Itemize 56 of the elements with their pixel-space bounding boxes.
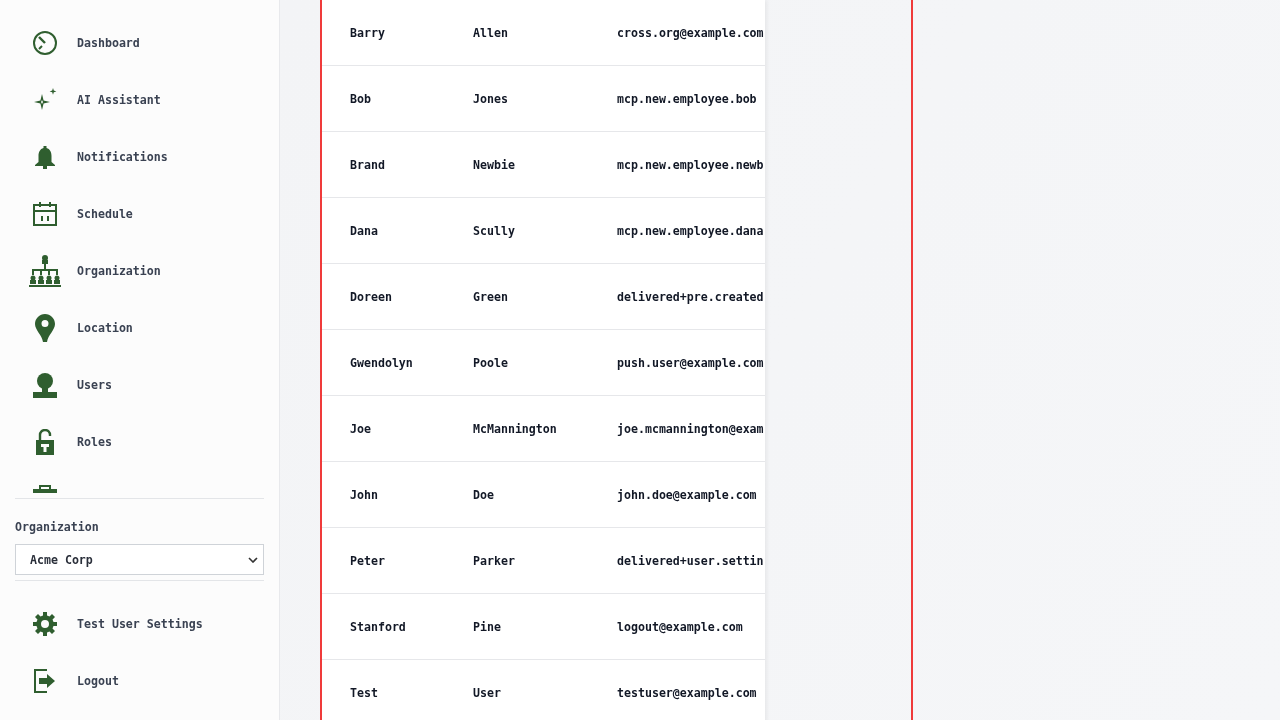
table-cell: testuser@example.com	[617, 685, 757, 700]
table-cell: cross.org@example.com	[617, 25, 764, 40]
table-cell: Newbie	[473, 157, 515, 172]
table-cell: Joe	[350, 421, 371, 436]
table-cell: Test	[350, 685, 378, 700]
table-cell: Barry	[350, 25, 385, 40]
table-cell: Doreen	[350, 289, 392, 304]
table-cell: McMannington	[473, 421, 557, 436]
sidebar-item[interactable]: Logout	[15, 652, 264, 709]
bell-icon	[33, 144, 57, 169]
table-cell: Brand	[350, 157, 385, 172]
table-cell: mcp.new.employee.newb	[617, 157, 764, 172]
unlocked-padlock-icon	[34, 428, 56, 455]
sidebar-item[interactable]: Location	[15, 299, 264, 356]
sidebar-item[interactable]: Schedule	[15, 185, 264, 242]
table-cell: Allen	[473, 25, 508, 40]
org-chart-icon	[29, 254, 61, 287]
table-cell: mcp.new.employee.dana	[617, 223, 764, 238]
organization-label: Organization	[15, 519, 100, 535]
sidebar-item[interactable]: Roles	[15, 413, 264, 470]
calendar-icon	[33, 201, 57, 226]
table-cell: Scully	[473, 223, 515, 238]
table-cell: Gwendolyn	[350, 355, 413, 370]
briefcase-top-icon	[33, 485, 57, 493]
table-cell: Bob	[350, 91, 371, 106]
sidebar-item[interactable]: Notifications	[15, 128, 264, 185]
sidebar-item[interactable]: Dashboard	[15, 14, 264, 71]
table-cell: John	[350, 487, 378, 502]
table-cell: delivered+pre.created	[617, 289, 764, 304]
table-cell: Pine	[473, 619, 501, 634]
settings-icon	[33, 611, 57, 636]
table-cell: Jones	[473, 91, 508, 106]
map-pin-icon	[35, 313, 55, 342]
table-cell: Parker	[473, 553, 515, 568]
user-icon	[32, 371, 58, 398]
table-cell: Doe	[473, 487, 494, 502]
sidebar-item[interactable]: Test User Settings	[15, 595, 264, 652]
table-cell: Stanford	[350, 619, 406, 634]
table-cell: delivered+user.settin	[617, 553, 764, 568]
table-cell: Dana	[350, 223, 378, 238]
sidebar-item[interactable]: Organization	[15, 242, 264, 299]
table-cell: push.user@example.com	[617, 355, 764, 370]
logout-icon	[33, 668, 57, 693]
sidebar-item[interactable]: AI Assistant	[15, 71, 264, 128]
table-cell: Green	[473, 289, 508, 304]
table-cell: Peter	[350, 553, 385, 568]
table-cell: mcp.new.employee.bob	[617, 91, 757, 106]
organization-select[interactable]: Acme Corp	[15, 544, 264, 575]
table-cell: joe.mcmannington@exam	[617, 421, 764, 436]
gauge-icon	[33, 30, 57, 55]
table-cell: User	[473, 685, 501, 700]
table-cell: john.doe@example.com	[617, 487, 757, 502]
chevron-down-icon	[248, 556, 258, 563]
sidebar-item[interactable]: Users	[15, 356, 264, 413]
table-cell: logout@example.com	[617, 619, 743, 634]
table-cell: Poole	[473, 355, 508, 370]
